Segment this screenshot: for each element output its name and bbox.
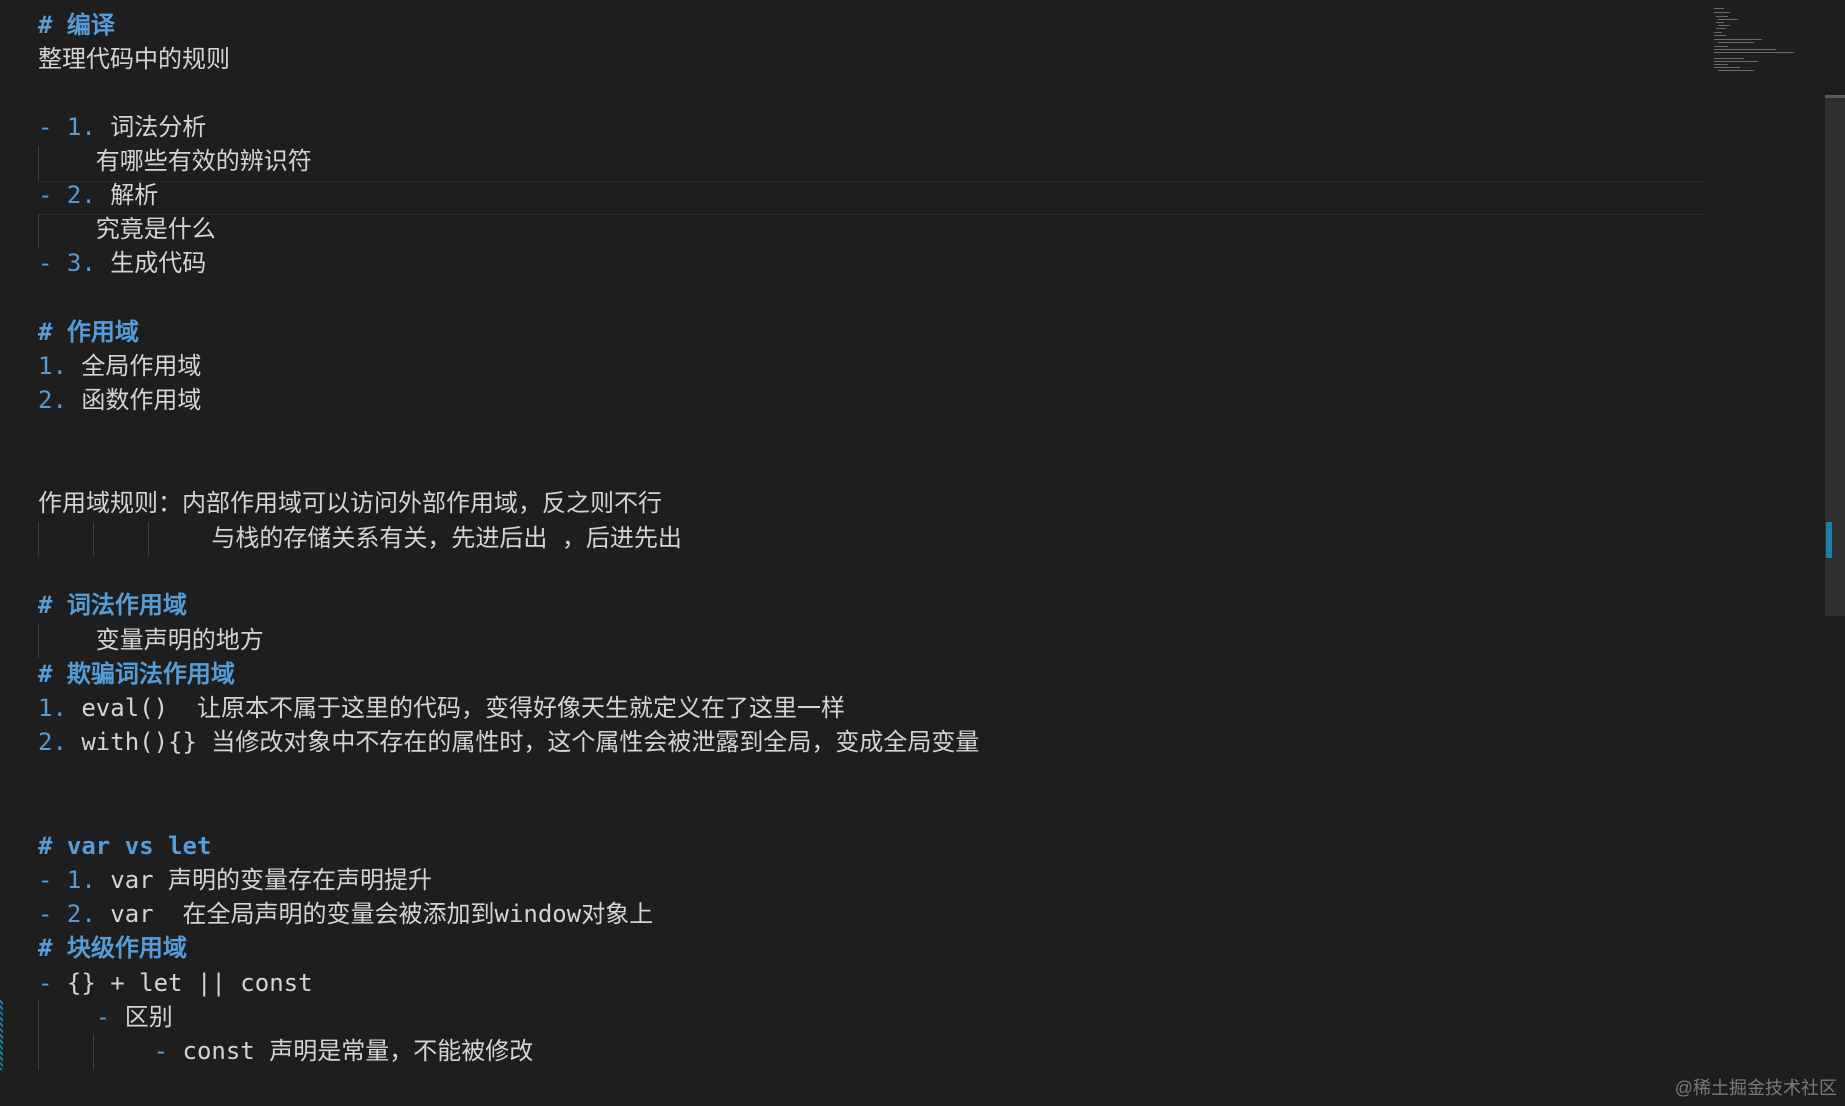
minimap-line [1714, 64, 1728, 65]
minimap-line [1718, 70, 1754, 71]
editor-line: 整理代码中的规则 [38, 45, 230, 73]
editor-line: - 2. 解析 [38, 181, 159, 209]
editor-line: 1. eval() 让原本不属于这里的代码，变得好像天生就定义在了这里一样 [38, 694, 845, 722]
editor-line: 2. with(){} 当修改对象中不存在的属性时，这个属性会被泄露到全局，变成… [38, 728, 980, 756]
editor-line: # var vs let [38, 832, 212, 860]
editor-line: 作用域规则：内部作用域可以访问外部作用域，反之则不行 [38, 489, 662, 517]
minimap-line [1714, 39, 1762, 40]
minimap-line [1714, 67, 1740, 68]
editor-line: # 词法作用域 [38, 591, 187, 619]
minimap[interactable] [1706, 6, 1816, 76]
editor-line: - 3. 生成代码 [38, 249, 207, 277]
editor-line: 有哪些有效的辨识符 [38, 147, 312, 175]
editor-line: 与栈的存储关系有关，先进后出 ，后进先出 [38, 524, 682, 552]
editor-line: # 编译 [38, 11, 115, 39]
watermark: @稀土掘金技术社区 [1674, 1078, 1837, 1098]
editor-text-area[interactable]: # 编译 整理代码中的规则 - 1. 词法分析 有哪些有效的辨识符 - 2. 解… [0, 0, 1825, 1106]
minimap-line [1714, 49, 1776, 50]
scrollbar-cursor-marker [1826, 522, 1832, 558]
minimap-line [1714, 46, 1728, 47]
minimap-line [1716, 28, 1726, 29]
editor-line: - 1. var 声明的变量存在声明提升 [38, 866, 433, 894]
minimap-line [1718, 25, 1730, 26]
minimap-line [1718, 42, 1754, 43]
minimap-line [1714, 32, 1722, 33]
editor-line: - 1. 词法分析 [38, 113, 207, 141]
current-line-highlight [38, 181, 1706, 215]
minimap-line [1716, 16, 1728, 17]
editor-line: 2. 函数作用域 [38, 386, 202, 414]
editor-line: 究竟是什么 [38, 215, 216, 243]
minimap-line [1714, 61, 1758, 62]
editor-line: # 块级作用域 [38, 934, 187, 962]
minimap-line [1714, 52, 1794, 53]
editor-line: - const 声明是常量，不能被修改 [38, 1037, 534, 1065]
editor-line: # 作用域 [38, 318, 139, 346]
editor-line: 1. 全局作用域 [38, 352, 202, 380]
editor-line: - {} + let || const [38, 969, 313, 997]
minimap-line [1714, 58, 1744, 59]
editor-line: - 2. var 在全局声明的变量会被添加到window对象上 [38, 900, 654, 928]
editor-line: 变量声明的地方 [38, 626, 264, 654]
minimap-line [1714, 12, 1730, 13]
editor-line: - 区别 [38, 1003, 173, 1031]
minimap-line [1716, 22, 1724, 23]
gutter-change-marker [0, 1000, 3, 1070]
editor-line: # 欺骗词法作用域 [38, 660, 235, 688]
minimap-line [1718, 19, 1738, 20]
minimap-line [1714, 8, 1724, 9]
minimap-line [1714, 35, 1726, 36]
scrollbar-top-marker [1825, 95, 1845, 98]
